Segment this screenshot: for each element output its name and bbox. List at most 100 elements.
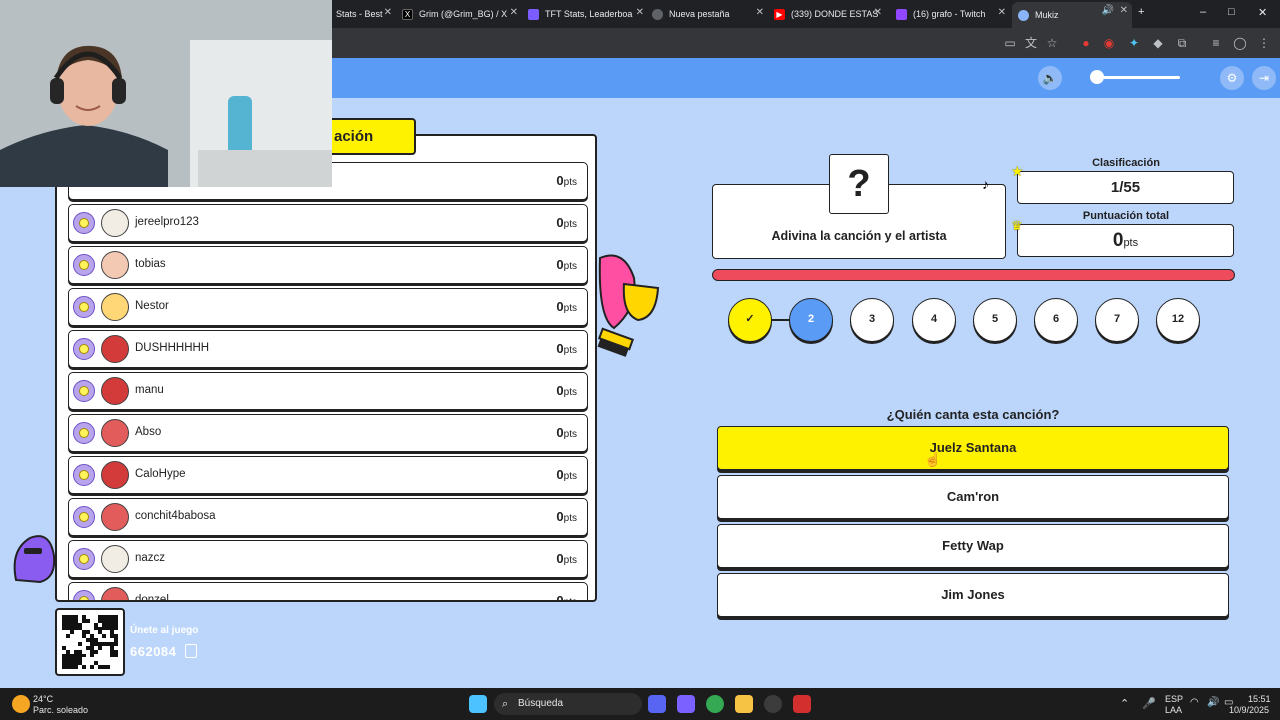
round-done: ✓	[728, 298, 772, 342]
tab-youtube[interactable]: ▶ (339) DONDE ESTAS ✕	[768, 4, 882, 24]
chevron-up-icon[interactable]: ⌃	[1120, 697, 1129, 710]
tab-twitch[interactable]: (16) grafo - Twitch ✕	[890, 4, 1006, 24]
copy-icon[interactable]	[185, 644, 197, 658]
extension-blue-icon[interactable]: ✦	[1126, 35, 1142, 51]
weather-icon[interactable]	[12, 695, 30, 713]
question-mark-icon: ?	[829, 154, 889, 214]
question-title: Adivina la canción y el artista	[771, 229, 947, 243]
tab-new-tab[interactable]: Nueva pestaña ✕	[646, 4, 764, 24]
settings-gear-icon[interactable]: ⚙	[1220, 66, 1244, 90]
taskbar-search[interactable]: ⌕ Búsqueda	[494, 693, 642, 715]
search-icon: ⌕	[502, 698, 509, 710]
webcam-overlay	[0, 0, 332, 187]
score-value: 0	[1112, 230, 1124, 251]
tab-title: Stats - Best	[336, 9, 383, 19]
leaderboard-row: conchit4babosa 0pts	[68, 498, 588, 536]
obs-icon[interactable]	[764, 695, 782, 713]
close-window-button[interactable]: ✕	[1258, 6, 1267, 19]
speaker-icon[interactable]: 🔊	[1102, 5, 1114, 16]
language-top[interactable]: ESP	[1165, 694, 1183, 704]
discord-icon[interactable]	[648, 695, 666, 713]
join-qr-code[interactable]	[55, 608, 125, 676]
medal-icon	[73, 296, 95, 318]
score-box: 0pts	[1017, 224, 1234, 257]
profile-icon[interactable]: ◯	[1232, 35, 1248, 51]
weather-temp[interactable]: 24°C	[33, 694, 53, 704]
wifi-icon[interactable]: ◠	[1190, 697, 1199, 708]
chrome-icon[interactable]	[706, 695, 724, 713]
answer-option-2[interactable]: Cam'ron	[717, 475, 1229, 519]
hand-cursor-icon: ☝	[924, 451, 942, 467]
extensions-puzzle-icon[interactable]: ⧉	[1174, 35, 1190, 51]
clock-time[interactable]: 15:51	[1248, 694, 1271, 704]
music-note-icon: ♪	[982, 176, 989, 192]
player-name: CaloHype	[135, 468, 186, 480]
answer-option-3[interactable]: Fetty Wap	[717, 524, 1229, 568]
player-name: jereelpro123	[135, 216, 199, 228]
mukiz-icon	[1018, 9, 1029, 21]
avatar	[101, 335, 129, 363]
extension-record-icon[interactable]: ◉	[1101, 35, 1117, 51]
player-score: 0pts	[556, 257, 577, 272]
tab-tft-stats[interactable]: TFT Stats, Leaderboa ✕	[522, 4, 644, 24]
bookmark-star-icon[interactable]: ☆	[1044, 35, 1060, 51]
close-icon[interactable]: ✕	[510, 7, 518, 18]
tab-stats[interactable]: Stats - Best ✕	[330, 4, 392, 24]
medal-icon	[73, 422, 95, 444]
translate-icon[interactable]: 文	[1023, 35, 1039, 51]
avatar	[101, 377, 129, 405]
player-score: 0pts	[556, 173, 577, 188]
player-score: 0pts	[556, 467, 577, 482]
copilot-icon[interactable]	[677, 695, 695, 713]
file-explorer-icon[interactable]	[735, 695, 753, 713]
mascot-trophy-decoration	[597, 254, 660, 357]
close-icon[interactable]: ✕	[1120, 5, 1128, 16]
media-control-icon[interactable]: ≡	[1208, 35, 1224, 51]
close-icon[interactable]: ✕	[874, 7, 882, 18]
avatar	[101, 209, 129, 237]
player-score: 0pts	[556, 593, 577, 602]
tab-mukiz[interactable]: Mukiz 🔊 ✕	[1012, 2, 1132, 28]
player-name: donzel	[135, 594, 169, 602]
language-bottom[interactable]: LAA	[1165, 705, 1182, 715]
tab-x-grim[interactable]: X Grim (@Grim_BG) / X ✕	[396, 4, 518, 24]
volume-icon[interactable]: 🔊	[1207, 697, 1219, 708]
app-red-icon[interactable]	[793, 695, 811, 713]
new-tab-button[interactable]: +	[1138, 6, 1144, 18]
player-score: 0pts	[556, 509, 577, 524]
join-label: Únete al juego	[130, 625, 199, 636]
leaderboard-row: Abso 0pts	[68, 414, 588, 452]
volume-slider-knob[interactable]	[1090, 70, 1104, 84]
extension-diamond-icon[interactable]: ◆	[1150, 35, 1166, 51]
cast-icon[interactable]: ▭	[1002, 35, 1018, 51]
windows-start-icon[interactable]	[469, 695, 487, 713]
tab-title: (339) DONDE ESTAS	[791, 9, 879, 19]
windows-taskbar: 24°C Parc. soleado ⌕ Búsqueda ⌃ 🎤 ESP LA…	[0, 688, 1280, 720]
close-icon[interactable]: ✕	[384, 7, 392, 18]
clock-date[interactable]: 10/9/2025	[1229, 705, 1269, 715]
close-icon[interactable]: ✕	[636, 7, 644, 18]
volume-icon[interactable]: 🔈	[1038, 66, 1062, 90]
close-icon[interactable]: ✕	[756, 7, 764, 18]
weather-desc[interactable]: Parc. soleado	[33, 705, 88, 715]
score-unit: pts	[1123, 237, 1139, 249]
leaderboard-panel: 0pts jereelpro123 0pts tobias 0pts Nesto…	[55, 134, 597, 602]
rank-value: 1/55	[1110, 179, 1141, 196]
player-score: 0pts	[556, 299, 577, 314]
microphone-icon[interactable]: 🎤	[1142, 697, 1156, 710]
webcam-streamer-image	[0, 0, 332, 187]
answer-option-1[interactable]: Juelz Santana	[717, 426, 1229, 470]
menu-kebab-icon[interactable]: ⋮	[1256, 35, 1272, 51]
answer-option-4[interactable]: Jim Jones	[717, 573, 1229, 617]
mascot-purple-decoration	[13, 535, 56, 584]
close-icon[interactable]: ✕	[998, 7, 1006, 18]
extension-red-icon[interactable]: ●	[1078, 35, 1094, 51]
minimize-button[interactable]: –	[1200, 6, 1206, 18]
maximize-button[interactable]: □	[1228, 6, 1235, 18]
round-item: 5	[973, 298, 1017, 342]
avatar	[101, 503, 129, 531]
leaderboard-row: Nestor 0pts	[68, 288, 588, 326]
rank-box: 1/55	[1017, 171, 1234, 204]
rank-label: Clasificación	[1092, 157, 1160, 169]
exit-icon[interactable]: ⇥	[1252, 66, 1276, 90]
